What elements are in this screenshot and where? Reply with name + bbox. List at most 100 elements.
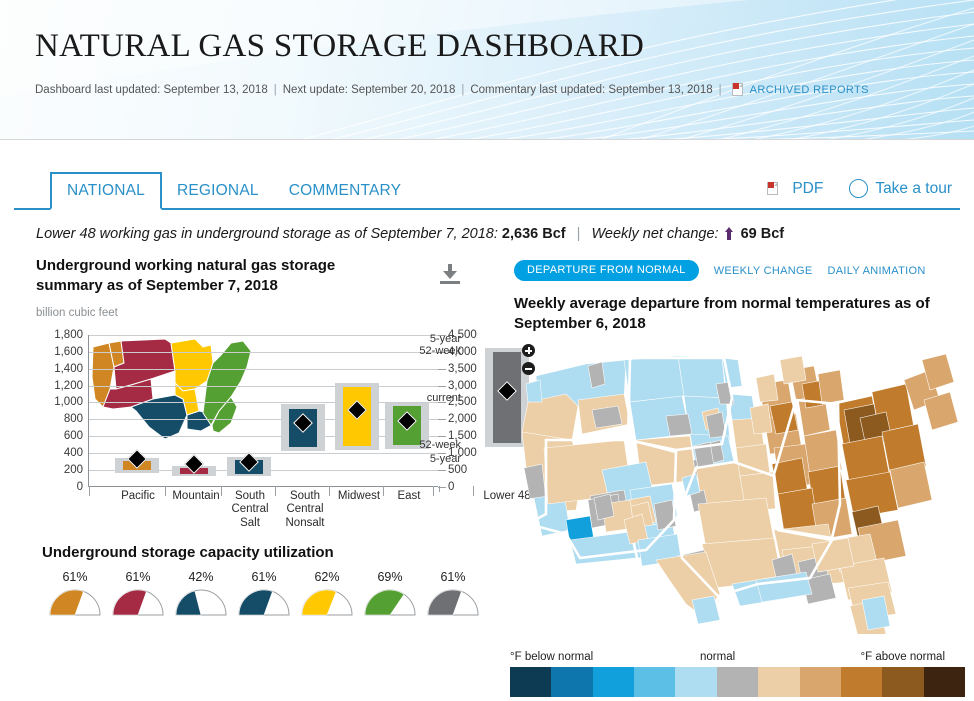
dashboard-updated-text: Dashboard last updated: September 13, 20…	[35, 83, 268, 96]
legend-swatch	[634, 667, 676, 697]
chart-gridline	[89, 351, 438, 353]
chart-annotation: 5-year	[429, 452, 461, 465]
meta-separator-2: |	[461, 83, 465, 96]
x-axis-category-label: South Central Nonsalt	[285, 489, 325, 529]
x-axis-category-label: South Central Salt	[231, 489, 269, 529]
x-axis-separator	[473, 485, 474, 496]
x-axis-category-label: Mountain	[172, 489, 220, 502]
capacity-gauge: 61%	[48, 570, 102, 616]
y-axis-tick-left: 1,000	[54, 396, 83, 409]
legend-swatch	[923, 667, 965, 697]
y-axis-tickmark-right	[438, 469, 446, 471]
legend-swatch	[592, 667, 635, 697]
y-axis-tick-right: 3,500	[448, 362, 477, 375]
capacity-gauge: 42%	[174, 570, 228, 616]
x-axis-category-label: Midwest	[337, 489, 381, 502]
map-tab-departure-from-normal[interactable]: DEPARTURE FROM NORMAL	[514, 260, 699, 281]
gauge-value-label: 62%	[314, 569, 340, 584]
capacity-utilization-section: Underground storage capacity utilization…	[36, 544, 500, 616]
gauge-dial	[426, 589, 480, 616]
temperature-map[interactable]	[506, 343, 974, 636]
page-header: NATURAL GAS STORAGE DASHBOARD Dashboard …	[0, 0, 974, 140]
y-axis-tick-left: 800	[63, 413, 83, 426]
x-axis-separator	[439, 485, 440, 492]
capacity-gauge: 61%	[237, 570, 291, 616]
y-axis-tickmark-right	[438, 385, 446, 387]
x-axis-category-label: Pacific	[121, 489, 155, 502]
weekly-change-value: 69 Bcf	[740, 226, 785, 242]
legend-swatch	[675, 667, 717, 697]
storage-bar-chart: 0 200 400 600 800 1,000 1,200 1,400 1,600 1,800 0 5…	[36, 327, 530, 542]
y-axis-tick-left: 1,400	[54, 362, 83, 375]
summary-separator: |	[576, 226, 581, 242]
zoom-out-icon[interactable]	[522, 361, 535, 375]
x-axis-separator	[165, 485, 166, 496]
gauge-dial	[111, 589, 165, 616]
tab-national[interactable]: NATIONAL	[50, 171, 162, 210]
chart-gridline	[89, 334, 438, 336]
legend-color-scale	[510, 667, 965, 697]
legend-swatch	[716, 667, 759, 697]
gauge-dial	[48, 589, 102, 616]
gauge-dial	[300, 589, 354, 616]
gauge-value-label: 61%	[62, 569, 88, 584]
x-axis-category-label: East	[397, 489, 421, 502]
map-tab-weekly-change[interactable]: WEEKLY CHANGE	[714, 265, 813, 277]
region-inset-map	[91, 338, 252, 440]
legend-swatch	[840, 667, 883, 697]
tab-regional[interactable]: REGIONAL	[162, 172, 274, 211]
compass-icon	[849, 179, 869, 198]
y-axis-tick-right: 500	[448, 463, 468, 476]
weekly-change-label: Weekly net change:	[591, 226, 719, 242]
map-tab-daily-animation[interactable]: DAILY ANIMATION	[828, 265, 926, 277]
chart-annotation: 5-year	[429, 332, 461, 345]
pdf-icon	[767, 182, 779, 195]
chart-gridline	[89, 385, 438, 387]
legend-swatch	[758, 667, 800, 697]
y-axis-tick-right: 2,000	[448, 413, 477, 426]
gauge-value-label: 61%	[440, 569, 466, 584]
legend-swatch	[799, 667, 841, 697]
take-a-tour-button[interactable]: Take a tour	[849, 179, 952, 198]
y-axis-tick-right: 3,000	[448, 379, 477, 392]
chart-annotation: 52-week	[419, 438, 461, 451]
legend-label-below: °F below normal	[510, 651, 594, 663]
gauge-value-label: 61%	[251, 569, 277, 584]
gauge-value-label: 69%	[377, 569, 403, 584]
storage-panel-title: Underground working natural gas storage …	[36, 257, 336, 294]
next-update-text: Next update: September 20, 2018	[282, 83, 456, 96]
y-axis-tick-left: 0	[76, 480, 83, 493]
chart-annotation: current	[426, 391, 461, 404]
x-axis-separator	[433, 485, 434, 496]
archived-reports-link[interactable]: ARCHIVED REPORTS	[750, 84, 869, 96]
gauge-dial	[237, 589, 291, 616]
commentary-updated-text: Commentary last updated: September 13, 2…	[470, 83, 713, 96]
chart-gridline	[89, 368, 438, 370]
x-axis-separator	[383, 485, 384, 496]
map-zoom-controls	[522, 343, 535, 380]
map-tab-list: DEPARTURE FROM NORMAL WEEKLY CHANGE DAIL…	[514, 260, 974, 281]
download-icon[interactable]	[440, 264, 460, 284]
gauge-dial	[363, 589, 417, 616]
legend-swatch	[551, 667, 593, 697]
tab-list: NATIONAL REGIONAL COMMENTARY	[50, 170, 417, 211]
main-content: Underground working natural gas storage …	[0, 256, 974, 636]
y-axis-tickmark-right	[438, 419, 446, 421]
meta-separator-3: |	[718, 83, 722, 96]
gauge-list: 61% 61% 42% 61% 62% 69% 61%	[48, 570, 500, 616]
zoom-in-icon[interactable]	[522, 343, 535, 357]
summary-lead: Lower 48 working gas in underground stor…	[36, 226, 498, 242]
tab-commentary[interactable]: COMMENTARY	[274, 172, 417, 211]
x-axis-separator	[329, 485, 330, 496]
legend-label-normal: normal	[700, 651, 736, 663]
pdf-button[interactable]: PDF	[763, 180, 823, 198]
legend-swatch	[882, 667, 924, 697]
page-title: NATURAL GAS STORAGE DASHBOARD	[35, 28, 645, 64]
up-arrow-icon	[724, 227, 734, 240]
summary-value: 2,636 Bcf	[501, 226, 566, 242]
capacity-gauge: 61%	[426, 570, 480, 616]
x-axis-separator	[275, 485, 276, 496]
take-a-tour-label: Take a tour	[875, 179, 952, 197]
legend-labels: °F below normal normal °F above normal	[510, 651, 965, 667]
map-title: Weekly average departure from normal tem…	[514, 295, 930, 333]
